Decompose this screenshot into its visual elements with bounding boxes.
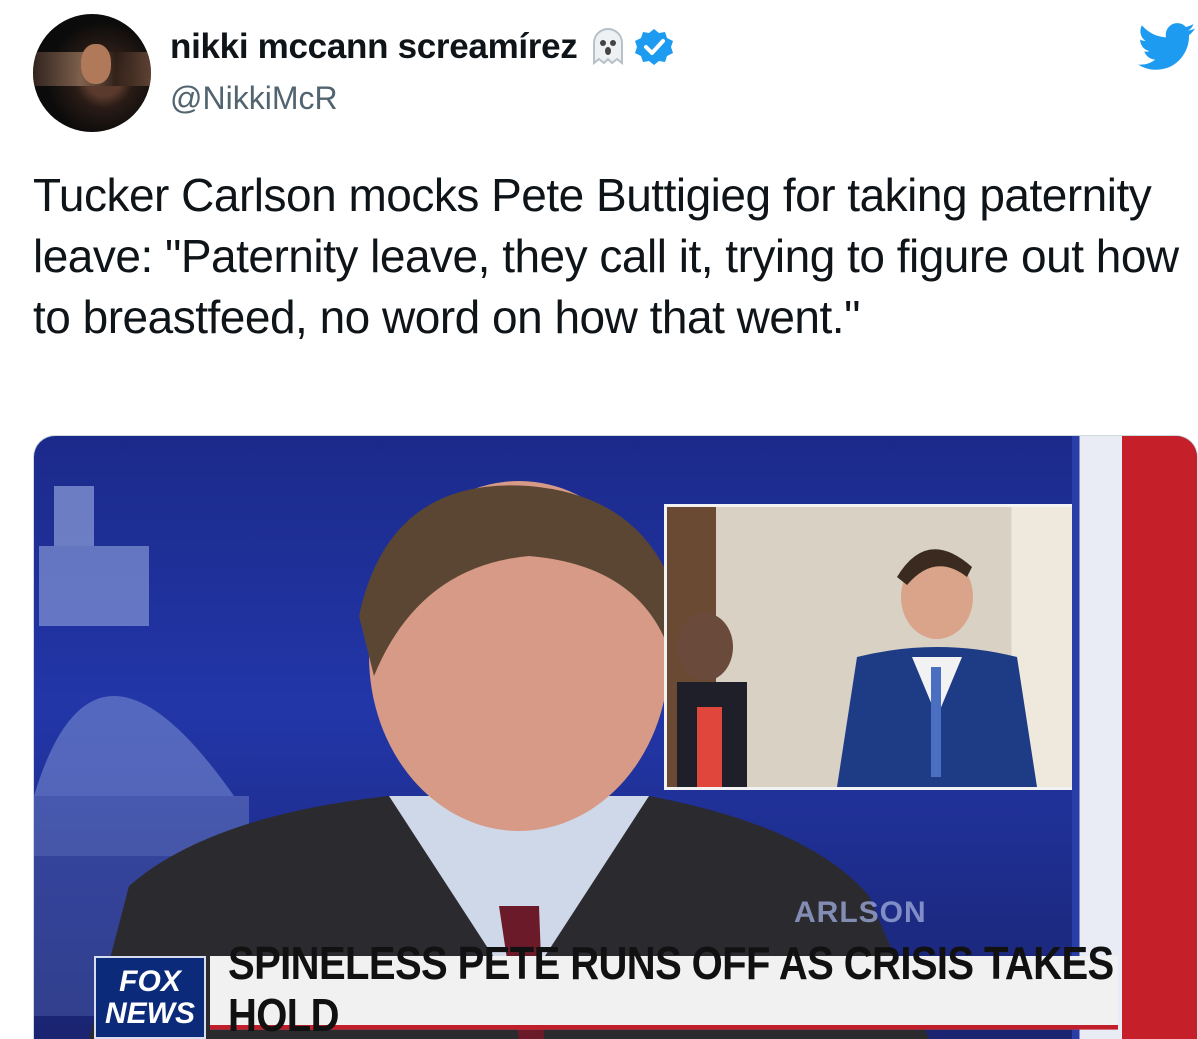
author-display-name[interactable]: nikki mccann screamírez <box>170 27 578 67</box>
news-lower-third: FOX NEWS SPINELESS PETE RUNS OFF AS CRIS… <box>94 939 1118 1039</box>
author-avatar[interactable] <box>33 14 151 132</box>
news-chyron: SPINELESS PETE RUNS OFF AS CRISIS TAKES … <box>210 939 1118 1039</box>
author-handle[interactable]: @NikkiMcR <box>170 80 338 117</box>
avatar-face <box>81 44 111 84</box>
fox-logo-top: FOX <box>119 964 181 998</box>
fox-logo-bottom: NEWS <box>105 996 195 1030</box>
tweet-text: Tucker Carlson mocks Pete Buttigieg for … <box>33 169 1179 343</box>
twitter-bird-icon[interactable] <box>1138 22 1196 72</box>
tweet-media-image[interactable]: ARLSON FOX NEWS SPINELESS PETE RUNS OFF … <box>33 435 1198 1039</box>
verified-badge-icon <box>634 27 674 67</box>
ghost-icon <box>590 27 626 67</box>
fox-news-logo: FOX NEWS <box>94 956 206 1039</box>
show-name-graphic: ARLSON <box>794 896 927 929</box>
author-name-row: nikki mccann screamírez <box>170 24 674 70</box>
